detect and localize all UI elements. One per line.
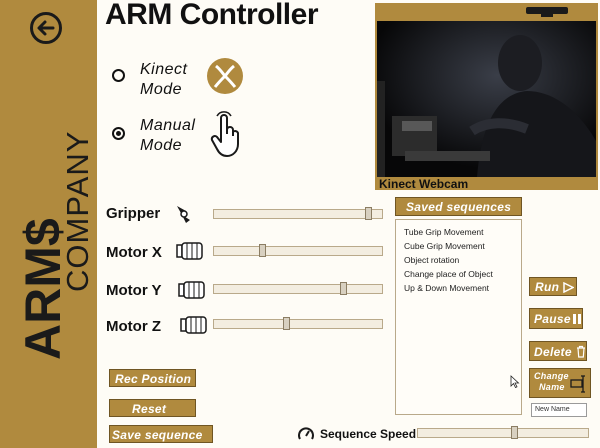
list-item[interactable]: Up & Down Movement	[404, 283, 489, 293]
motor-z-slider-thumb[interactable]	[283, 317, 291, 330]
motor-z-slider[interactable]	[213, 319, 383, 329]
run-button[interactable]: Run	[529, 277, 577, 296]
rec-position-label: Rec Position	[115, 372, 192, 386]
motor-x-slider[interactable]	[213, 246, 383, 256]
list-item[interactable]: Change place of Object	[404, 269, 493, 279]
motor-icon	[178, 281, 205, 299]
saved-sequences-list[interactable]: Tube Grip Movement Cube Grip Movement Ob…	[395, 219, 522, 415]
delete-button[interactable]: Delete	[529, 341, 587, 361]
sequence-speed-slider-thumb[interactable]	[511, 426, 519, 439]
change-label: Change	[534, 371, 569, 381]
motor-y-slider[interactable]	[213, 284, 383, 294]
gripper-slider[interactable]	[213, 209, 383, 219]
gripper-label: Gripper	[106, 205, 161, 222]
save-sequence-button[interactable]: Save sequence	[109, 425, 213, 443]
pause-icon	[573, 314, 581, 324]
company-logo: ARM$ COMPANY	[6, 70, 96, 370]
reset-label: Reset	[132, 402, 167, 416]
motor-y-label: Motor Y	[106, 282, 162, 299]
hand-pointer-icon	[210, 111, 239, 157]
gripper-slider-thumb[interactable]	[364, 207, 372, 220]
webcam-feed	[377, 21, 596, 177]
manual-mode-radio[interactable]	[112, 127, 125, 140]
kinect-mode-label[interactable]: Kinect Mode	[140, 60, 187, 100]
kinect-mode-radio[interactable]	[112, 69, 125, 82]
gripper-icon	[177, 206, 190, 223]
motor-y-slider-thumb[interactable]	[340, 282, 348, 295]
sequence-speed-slider[interactable]	[417, 428, 589, 438]
xbox-icon	[207, 58, 243, 94]
save-sequence-label: Save sequence	[112, 428, 203, 442]
saved-sequences-title: Saved sequences	[406, 200, 512, 214]
kinect-sensor-base	[541, 13, 553, 17]
manual-mode-label[interactable]: Manual Mode	[140, 116, 195, 156]
pause-button[interactable]: Pause	[529, 308, 583, 329]
list-item[interactable]: Object rotation	[404, 255, 459, 265]
motor-icon	[176, 242, 203, 260]
pause-label: Pause	[534, 312, 571, 326]
webcam-label: Kinect Webcam	[379, 177, 469, 191]
play-icon	[563, 282, 574, 293]
saved-sequences-header: Saved sequences	[395, 197, 522, 216]
list-item[interactable]: Tube Grip Movement	[404, 227, 484, 237]
new-name-input[interactable]: New Name	[531, 403, 587, 417]
sequence-speed-label: Sequence Speed	[320, 427, 417, 441]
rec-position-button[interactable]: Rec Position	[109, 369, 196, 387]
back-arrow-icon	[37, 20, 55, 36]
motor-icon	[180, 316, 207, 334]
motor-x-label: Motor X	[106, 244, 162, 261]
back-button[interactable]	[30, 12, 62, 44]
speedometer-icon	[298, 427, 314, 440]
page-title: ARM Controller	[105, 0, 319, 31]
name-label: Name	[539, 382, 565, 392]
list-item[interactable]: Cube Grip Movement	[404, 241, 485, 251]
mouse-cursor-icon	[510, 375, 520, 388]
text-cursor-icon	[570, 375, 585, 393]
motor-z-label: Motor Z	[106, 318, 161, 335]
motor-x-slider-thumb[interactable]	[258, 244, 266, 257]
run-label: Run	[535, 280, 560, 294]
trash-icon	[577, 345, 585, 358]
logo-subtext: COMPANY	[60, 131, 95, 292]
delete-label: Delete	[534, 345, 572, 359]
reset-button[interactable]: Reset	[109, 399, 196, 417]
change-name-button[interactable]: Change Name	[529, 368, 591, 398]
